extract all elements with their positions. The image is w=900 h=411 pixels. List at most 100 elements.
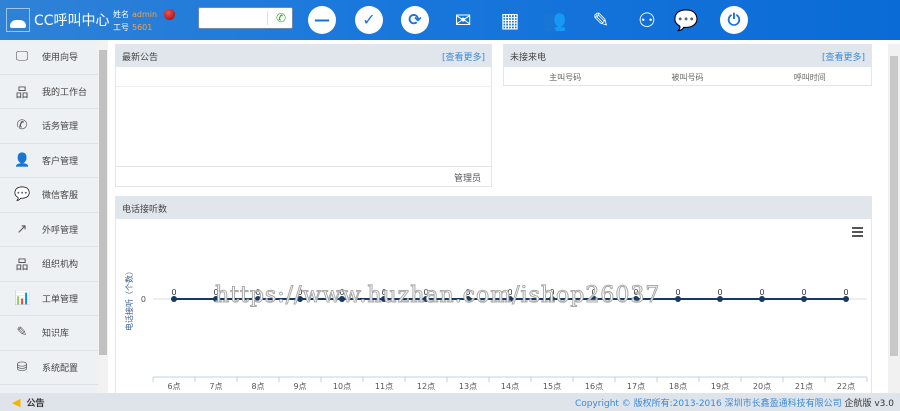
- bar-chart-icon: 📊: [14, 290, 31, 306]
- x-tick-label: 22点: [837, 382, 855, 391]
- phone-icon[interactable]: ✆: [276, 11, 286, 25]
- power-button[interactable]: ⏻: [720, 6, 748, 34]
- refresh-circle-button[interactable]: ⟳: [401, 6, 429, 34]
- sidebar-item-label: 系统配置: [42, 363, 79, 374]
- data-label: 0: [675, 288, 680, 297]
- y-tick-label: 0: [141, 295, 146, 304]
- missed-calls-panel: 未接来电 [查看更多] 主叫号码 被叫号码 呼叫时间: [503, 44, 872, 86]
- sidebar-item-label: 工单管理: [42, 294, 79, 305]
- data-label: 0: [717, 288, 722, 297]
- id-value: 5601: [132, 23, 153, 32]
- data-label: 0: [171, 288, 176, 297]
- announcements-panel: 最新公告 [查看更多] 管理员: [115, 44, 492, 187]
- phone-icon: ✆: [16, 118, 28, 134]
- data-label: 0: [213, 288, 218, 297]
- x-tick-label: 8点: [251, 382, 264, 391]
- wechat-button[interactable]: 💬: [672, 6, 700, 34]
- footer: Copyright © 版权所有:2013-2016 深圳市长鑫盈通科技有限公司…: [108, 393, 900, 411]
- data-label: 0: [759, 288, 764, 297]
- minus-circle-button[interactable]: —: [308, 6, 336, 34]
- database-gear-icon: ⛁: [16, 359, 28, 375]
- top-header: CC呼叫中心 姓名 admin 工号 5601 ✆ — ✓ ⟳ ✉ ▦ 👥 ✎ ⚇ 💬 ⏻: [0, 0, 900, 40]
- cloud-signal-icon: [6, 8, 30, 32]
- org-chart-icon: 品: [15, 85, 29, 101]
- sidebar-scrollbar[interactable]: [98, 40, 108, 393]
- id-label: 工号: [113, 23, 129, 32]
- logo: CC呼叫中心: [6, 8, 110, 32]
- x-tick-label: 18点: [669, 382, 687, 391]
- x-tick-label: 19点: [711, 382, 729, 391]
- panel-title: 未接来电: [510, 52, 547, 63]
- x-tick-label: 7点: [209, 382, 222, 391]
- announcement-author: 管理员: [116, 166, 491, 186]
- name-value: admin: [132, 10, 158, 19]
- data-label: 0: [507, 288, 512, 297]
- customer-icon: 👤: [14, 152, 31, 168]
- copyright-text: Copyright © 版权所有:2013-2016 深圳市长鑫盈通科技有限公司: [574, 399, 842, 409]
- notice-bar[interactable]: ◀ 公告: [0, 393, 108, 411]
- sidebar-item-label: 知识库: [42, 329, 70, 340]
- wechat-icon: 💬: [14, 187, 31, 203]
- main-scrollbar[interactable]: [888, 44, 900, 393]
- x-tick-label: 17点: [627, 382, 645, 391]
- x-tick-label: 11点: [375, 382, 393, 391]
- app-title: CC呼叫中心: [34, 13, 110, 29]
- data-label: 0: [423, 288, 428, 297]
- data-label: 0: [801, 288, 806, 297]
- y-axis-label: 电话接听（个数）: [124, 267, 134, 331]
- status-indicator-icon[interactable]: [164, 9, 175, 20]
- document-edit-icon: ✎: [16, 325, 28, 341]
- x-tick-label: 6点: [167, 382, 180, 391]
- panel-title: 电话接听数: [122, 204, 168, 215]
- sidebar-item[interactable]: ↗ 外呼管理: [0, 213, 98, 247]
- outbound-call-icon: ↗: [16, 221, 28, 237]
- sidebar-item-label: 客户管理: [42, 156, 79, 167]
- data-label: 0: [297, 288, 302, 297]
- sidebar: 🖵 使用向导品 我的工作台 ✆ 话务管理 👤 客户管理 💬 微信客服 ↗ 外呼管理品组织机构 📊 工单管…: [0, 40, 108, 393]
- sidebar-item[interactable]: 📊 工单管理: [0, 282, 98, 316]
- x-tick-label: 20点: [753, 382, 771, 391]
- sidebar-item-label: 组织机构: [42, 260, 79, 271]
- x-tick-label: 15点: [543, 382, 561, 391]
- voicemail-envelope-button[interactable]: ✉: [449, 6, 477, 34]
- sidebar-item-label: 外呼管理: [42, 225, 79, 236]
- sidebar-item[interactable]: 品 我的工作台: [0, 75, 98, 109]
- keypad-button[interactable]: ▦: [496, 6, 524, 34]
- edition-text: 企航版 v3.0: [844, 399, 894, 409]
- sidebar-item[interactable]: 🖵 使用向导: [0, 40, 98, 75]
- data-label: 0: [465, 288, 470, 297]
- x-tick-label: 9点: [293, 382, 306, 391]
- speaker-icon: ◀: [12, 395, 21, 409]
- sidebar-item[interactable]: 品 组织机构: [0, 247, 98, 282]
- sidebar-item[interactable]: ✎ 知识库: [0, 316, 98, 351]
- notice-label: 公告: [26, 398, 45, 409]
- sidebar-item[interactable]: ⛁ 系统配置: [0, 351, 98, 385]
- data-label: 0: [381, 288, 386, 297]
- contacts-phone-button[interactable]: 👥: [540, 6, 568, 34]
- dial-input[interactable]: ✆: [198, 7, 293, 29]
- meeting-button[interactable]: ⚇: [633, 6, 661, 34]
- calls-chart-panel: 电话接听数 0 电话接听（个数） 6点 0 7点 0 8点 0 9点 0 10点 0 11点 0 12点 0 1…: [115, 196, 872, 393]
- name-label: 姓名: [113, 10, 129, 19]
- sidebar-item[interactable]: 👤 客户管理: [0, 144, 98, 178]
- sidebar-item[interactable]: ✆ 话务管理: [0, 109, 98, 144]
- sidebar-item-label: 话务管理: [42, 122, 79, 133]
- column-header: 被叫号码: [671, 72, 704, 82]
- data-label: 0: [591, 288, 596, 297]
- sidebar-item[interactable]: 💬 微信客服: [0, 178, 98, 213]
- check-circle-button[interactable]: ✓: [355, 6, 383, 34]
- user-info: 姓名 admin 工号 5601: [113, 8, 157, 34]
- x-tick-label: 12点: [417, 382, 435, 391]
- column-header: 呼叫时间: [793, 72, 826, 82]
- monitor-check-icon: 🖵: [15, 49, 29, 65]
- x-tick-label: 14点: [501, 382, 519, 391]
- column-header: 主叫号码: [549, 72, 582, 82]
- edit-note-button[interactable]: ✎: [587, 6, 615, 34]
- data-label: 0: [633, 288, 638, 297]
- sidebar-item-label: 我的工作台: [42, 87, 88, 98]
- view-more-link[interactable]: [查看更多]: [822, 50, 865, 63]
- view-more-link[interactable]: [查看更多]: [442, 50, 485, 63]
- sidebar-item-label: 微信客服: [42, 191, 79, 202]
- line-chart: 0 电话接听（个数） 6点 0 7点 0 8点 0 9点 0 10点 0 11点 0 12点 0 13点 0 14点…: [124, 267, 868, 391]
- x-tick-label: 16点: [585, 382, 603, 391]
